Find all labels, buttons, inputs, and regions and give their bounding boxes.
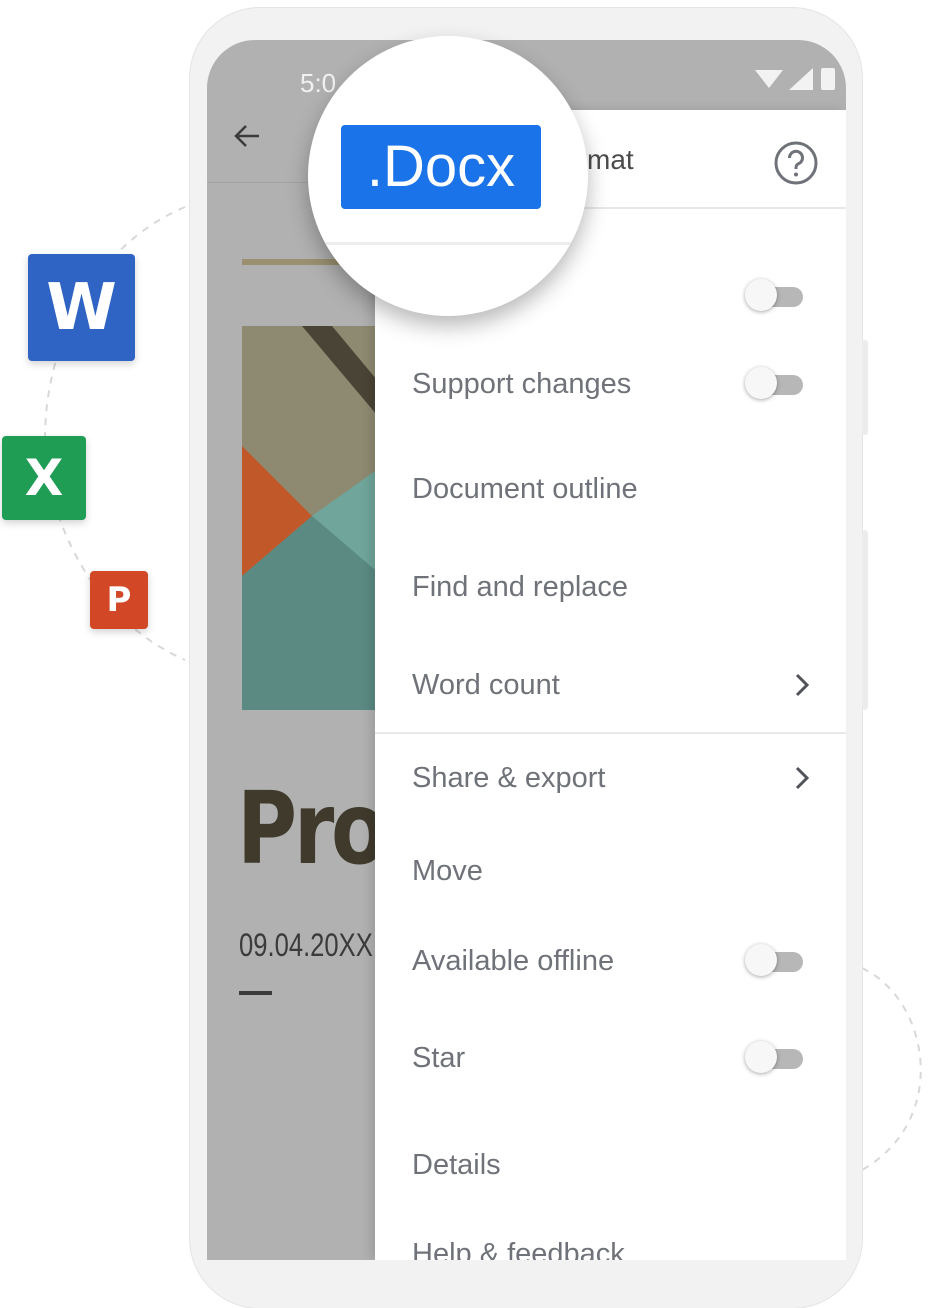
menu-item-label: Share & export: [412, 762, 606, 794]
menu-item-label: Support changes: [412, 368, 632, 400]
menu-item-share-export[interactable]: Share & export: [375, 738, 846, 818]
available-offline-toggle[interactable]: [745, 944, 803, 976]
menu-item-label: Help & feedback: [412, 1238, 625, 1260]
menu-item-label: Star: [412, 1042, 466, 1074]
menu-item-label: Find and replace: [412, 571, 629, 603]
phone-volume-button: [862, 340, 868, 435]
doc-cover-image: [242, 326, 382, 710]
menu-item-document-outline[interactable]: Document outline: [375, 449, 846, 529]
menu-item-label: Move: [412, 855, 483, 887]
magnifier-callout: .Docx: [308, 36, 588, 316]
docx-format-chip: .Docx: [341, 125, 541, 209]
menu-item-word-count[interactable]: Word count: [375, 645, 846, 725]
status-time: 5:0: [300, 68, 337, 98]
menu-item-label: Details: [412, 1149, 501, 1181]
chevron-right-icon: [795, 673, 810, 697]
back-arrow-icon[interactable]: [229, 118, 265, 154]
magnifier-divider: [308, 242, 588, 245]
menu-item-details[interactable]: Details: [375, 1125, 846, 1205]
phone-power-button: [862, 530, 868, 710]
menu-item-label: Word count: [412, 669, 560, 701]
word-app-icon: W: [28, 254, 135, 361]
menu-item-label: Available offline: [412, 945, 615, 977]
toggle-switch[interactable]: [745, 279, 803, 311]
menu-item-label: Document outline: [412, 473, 638, 505]
menu-item-available-offline[interactable]: Available offline: [375, 921, 846, 1001]
status-icons: [755, 68, 835, 90]
menu-item-find-replace[interactable]: Find and replace: [375, 547, 846, 627]
menu-item-help-feedback[interactable]: Help & feedback: [375, 1214, 846, 1260]
menu-item-support-changes[interactable]: Support changes: [375, 344, 846, 424]
excel-app-icon: X: [2, 436, 86, 520]
doc-dash: [239, 991, 272, 995]
help-icon[interactable]: [773, 140, 819, 186]
doc-date: 09.04.20XX: [239, 927, 373, 963]
powerpoint-app-icon: P: [90, 571, 148, 629]
star-toggle[interactable]: [745, 1041, 803, 1073]
chevron-right-icon: [795, 766, 810, 790]
menu-item-move[interactable]: Move: [375, 831, 846, 911]
menu-divider: [375, 732, 846, 734]
support-changes-toggle[interactable]: [745, 367, 803, 399]
menu-item-star[interactable]: Star: [375, 1018, 846, 1098]
